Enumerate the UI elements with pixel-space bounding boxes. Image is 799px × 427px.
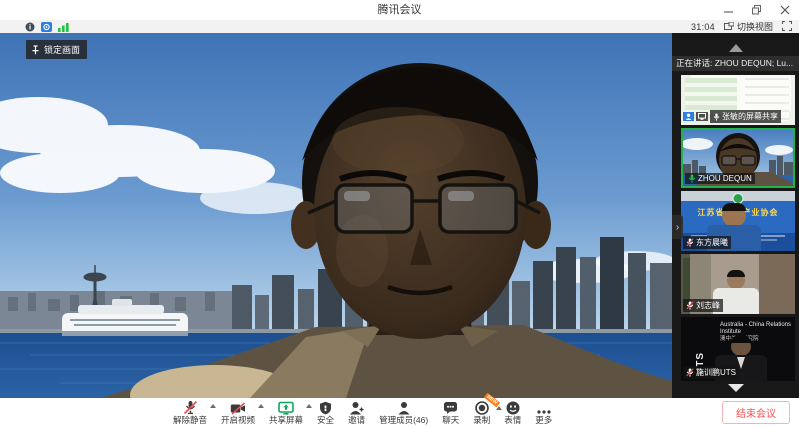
invite-person-icon <box>349 400 364 415</box>
security-button[interactable]: 安全 <box>310 400 341 426</box>
tool-label: 管理成员(46) <box>379 415 428 426</box>
participant-name: ZHOU DEQUN <box>698 174 752 183</box>
unmute-button[interactable]: 解除静音 <box>166 400 214 426</box>
tool-label: 邀请 <box>348 415 365 426</box>
tool-label: 共享屏幕 <box>269 415 303 426</box>
screen-share-icon <box>696 112 708 121</box>
chat-bubble-icon <box>443 400 458 415</box>
mic-muted-icon <box>686 368 694 377</box>
thumbnail-screen-share[interactable]: 张敏的屏幕共享 <box>681 75 795 125</box>
network-signal-icon[interactable] <box>58 22 69 32</box>
thumbnail-list: 张敏的屏幕共享 <box>672 71 799 381</box>
meeting-info-icon[interactable] <box>25 22 35 32</box>
acri-line1: Australia - China Relations <box>720 322 792 329</box>
mic-muted-icon <box>686 238 694 247</box>
participant-sidebar: 正在讲话: ZHOU DEQUN; Lu... <box>672 33 799 398</box>
participant-name: 施训鹏UTS <box>696 367 736 378</box>
share-screen-icon <box>278 400 294 415</box>
collapse-up-icon[interactable] <box>729 44 743 52</box>
tool-label: 安全 <box>317 415 334 426</box>
fullscreen-icon <box>782 21 792 31</box>
thumbnail-liuzhifeng[interactable]: 刘志峰 <box>681 254 795 314</box>
meeting-window: 腾讯会议 31:04 <box>0 0 799 427</box>
more-button[interactable]: 更多 <box>528 400 559 426</box>
thumbnail-dongfang[interactable]: 江苏省光伏产业协会 东方晨曦 <box>681 191 795 251</box>
more-dots-icon <box>536 400 552 415</box>
microphone-muted-icon <box>183 400 198 415</box>
minimize-button[interactable] <box>723 4 735 16</box>
camera-off-icon <box>230 400 246 415</box>
control-toolbar: 解除静音 开启视频 共享屏幕 安全 <box>0 398 799 427</box>
main-speaker-video[interactable]: 锁定画面 <box>0 33 672 398</box>
close-button[interactable] <box>779 4 791 16</box>
tool-label: 更多 <box>535 415 552 426</box>
video-stage: 锁定画面 正在讲话: ZHOU DEQUN; Lu... <box>0 33 799 398</box>
participant-name-chip: 东方晨曦 <box>683 236 731 249</box>
status-indicators <box>25 22 69 32</box>
sidebar-collapse-handle[interactable]: › <box>672 215 683 239</box>
participant-label: 施训鹏UTS <box>683 366 739 379</box>
participant-name-chip: 施训鹏UTS <box>683 366 739 379</box>
record-icon <box>475 400 489 415</box>
main-video-scene <box>0 33 672 398</box>
tool-label: 解除静音 <box>173 415 207 426</box>
host-badge-icon <box>683 112 694 121</box>
smiley-icon <box>506 400 520 415</box>
app-title: 腾讯会议 <box>0 0 799 20</box>
mic-speaking-icon <box>688 174 696 183</box>
shield-icon <box>319 400 332 415</box>
end-meeting-button[interactable]: 结束会议 <box>722 401 790 424</box>
switch-view-icon <box>724 22 734 31</box>
tool-label: 聊天 <box>442 415 459 426</box>
thumbnail-shixunpeng[interactable]: Australia - China Relations Institute 澳中… <box>681 317 795 381</box>
strip-right: 31:04 切换视图 <box>691 20 792 33</box>
start-video-button[interactable]: 开启视频 <box>214 400 262 426</box>
speaking-banner: 正在讲话: ZHOU DEQUN; Lu... <box>672 56 799 71</box>
meeting-timer: 31:04 <box>691 22 715 32</box>
fullscreen-button[interactable] <box>782 21 792 33</box>
audio-mode-icon[interactable] <box>41 22 52 32</box>
acri-line2: Institute <box>720 329 792 336</box>
scroll-down-icon[interactable] <box>728 384 744 392</box>
title-bar: 腾讯会议 <box>0 0 799 20</box>
tool-label: 开启视频 <box>221 415 255 426</box>
reactions-button[interactable]: 表情 <box>497 400 528 426</box>
restore-icon <box>752 5 762 15</box>
minimize-icon <box>724 5 734 15</box>
participant-name: 刘志峰 <box>696 300 720 311</box>
invite-button[interactable]: 邀请 <box>341 400 372 426</box>
participant-label: 东方晨曦 <box>683 236 731 249</box>
participant-label: ZHOU DEQUN <box>685 173 755 184</box>
tool-label: 录制 <box>473 415 490 426</box>
window-controls <box>723 0 791 20</box>
share-screen-button[interactable]: 共享屏幕 <box>262 400 310 426</box>
mic-muted-icon <box>686 301 694 310</box>
switch-view-label: 切换视图 <box>737 20 773 33</box>
toolbar-items: 解除静音 开启视频 共享屏幕 安全 <box>166 400 559 426</box>
members-icon <box>397 400 411 415</box>
chat-button[interactable]: 聊天 <box>435 400 466 426</box>
participant-name-chip: 张敏的屏幕共享 <box>710 110 781 123</box>
status-strip: 31:04 切换视图 <box>0 20 799 33</box>
pin-tooltip-label: 锁定画面 <box>44 43 80 56</box>
pin-video-button[interactable]: 锁定画面 <box>26 40 87 59</box>
pin-icon <box>31 45 40 55</box>
restore-button[interactable] <box>751 4 763 16</box>
switch-view-button[interactable]: 切换视图 <box>724 20 773 33</box>
mic-icon <box>713 113 720 121</box>
close-icon <box>780 5 790 15</box>
participant-name-chip: ZHOU DEQUN <box>685 173 755 184</box>
participant-name: 东方晨曦 <box>696 237 728 248</box>
record-button[interactable]: 录制 NEW <box>466 400 497 426</box>
tool-label: 表情 <box>504 415 521 426</box>
participant-label: 张敏的屏幕共享 <box>683 110 781 123</box>
participant-label: 刘志峰 <box>683 299 723 312</box>
participant-name-chip: 刘志峰 <box>683 299 723 312</box>
manage-members-button[interactable]: 管理成员(46) <box>372 400 435 426</box>
participant-name: 张敏的屏幕共享 <box>722 111 778 122</box>
thumbnail-zhou-dequn[interactable]: ZHOU DEQUN <box>681 128 795 188</box>
